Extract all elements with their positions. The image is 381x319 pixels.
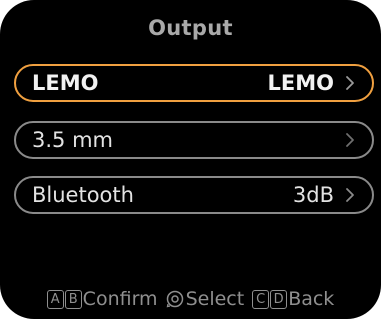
menu-item-label: Bluetooth — [32, 183, 134, 207]
confirm-hint: A B Confirm — [46, 288, 158, 310]
dial-icon — [166, 290, 184, 308]
key-a-icon: A — [46, 289, 64, 309]
key-d-icon: D — [270, 289, 288, 309]
menu-item-bluetooth[interactable]: Bluetooth 3dB — [14, 176, 374, 214]
chevron-right-icon — [342, 73, 358, 93]
menu-item-label: LEMO — [32, 71, 99, 95]
menu-item-value: 3dB — [292, 183, 334, 207]
page-title: Output — [148, 16, 233, 40]
menu-item-3-5mm[interactable]: 3.5 mm — [14, 121, 374, 159]
key-c-icon: C — [252, 289, 270, 309]
select-label: Select — [185, 288, 245, 310]
chevron-right-icon — [342, 130, 358, 150]
key-b-icon: B — [64, 289, 82, 309]
chevron-right-icon — [342, 185, 358, 205]
back-hint: C D Back — [252, 288, 334, 310]
back-label: Back — [288, 288, 335, 310]
menu-item-lemo[interactable]: LEMO LEMO — [14, 64, 374, 102]
confirm-label: Confirm — [82, 288, 158, 310]
select-hint: Select — [166, 288, 245, 310]
menu-item-label: 3.5 mm — [32, 128, 113, 152]
button-hints: A B Confirm Select C D Back — [0, 288, 381, 310]
device-screen: Output LEMO LEMO 3.5 mm Bluetooth 3dB A … — [0, 0, 381, 319]
menu-item-value: LEMO — [267, 71, 334, 95]
